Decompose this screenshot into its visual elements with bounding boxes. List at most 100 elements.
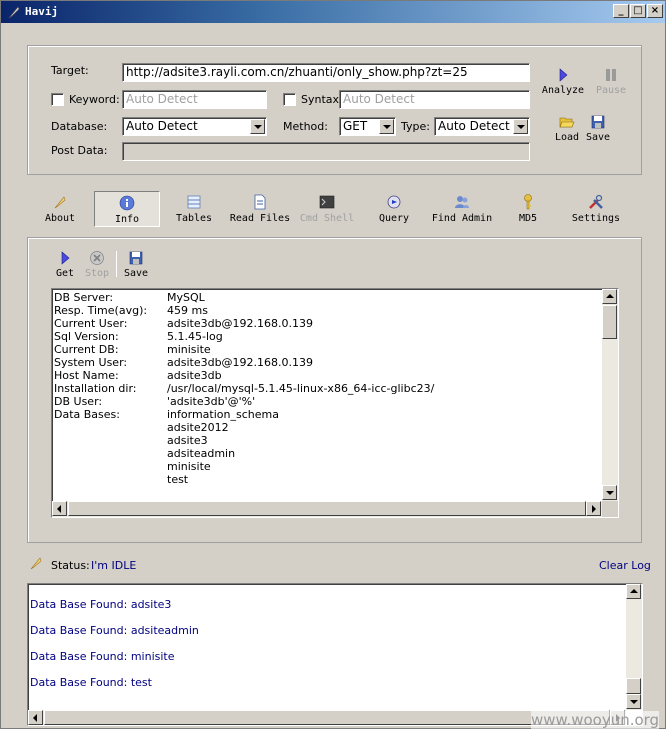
info-row: Current User: adsite3db@192.168.0.139 — [54, 317, 594, 330]
chevron-down-icon[interactable] — [250, 119, 265, 134]
info-value: /usr/local/mysql-5.1.45-linux-x86_64-icc… — [167, 382, 435, 395]
info-key: Current DB: — [54, 343, 119, 356]
info-value: minisite — [167, 343, 211, 356]
tab-cmd-shell[interactable]: Cmd Shell — [297, 191, 357, 227]
info-value: 5.1.45-log — [167, 330, 223, 343]
title-bar[interactable]: Havij _ □ × — [1, 1, 665, 23]
log-line: Data Base Found: adsiteadmin — [30, 624, 199, 637]
info-vertical-scrollbar[interactable] — [602, 289, 618, 501]
info-row: Current DB: minisite — [54, 343, 594, 356]
log-vertical-scrollbar[interactable] — [626, 584, 642, 710]
toolbar-separator — [116, 251, 117, 277]
close-button[interactable]: × — [647, 4, 663, 18]
syntax-checkbox[interactable] — [283, 93, 296, 106]
database-label: Database: — [51, 120, 108, 133]
info-row: adsite2012 — [54, 421, 594, 434]
info-key: System User: — [54, 356, 128, 369]
info-value: minisite — [167, 460, 211, 473]
window-title: Havij — [25, 5, 59, 18]
pause-button[interactable]: Pause — [591, 67, 631, 96]
tab-about[interactable]: About — [39, 191, 81, 227]
info-row: Resp. Time(avg): 459 ms — [54, 304, 594, 317]
query-icon — [387, 195, 401, 209]
info-key: DB User: — [54, 395, 103, 408]
info-textbox[interactable]: DB Server: MySQL Resp. Time(avg): 459 ms Cur… — [51, 288, 619, 518]
tab-info[interactable]: Info — [94, 191, 160, 227]
keyword-checkbox[interactable] — [51, 93, 64, 106]
scroll-thumb[interactable] — [626, 678, 641, 694]
postdata-input[interactable] — [122, 142, 530, 161]
keyword-label: Keyword: — [69, 93, 120, 106]
type-select[interactable]: Auto Detect — [434, 117, 530, 136]
database-select-value: Auto Detect — [126, 119, 198, 133]
tab-read-files[interactable]: Read Files — [227, 191, 293, 227]
tab-settings[interactable]: Settings — [567, 191, 625, 227]
analyze-button[interactable]: Analyze — [541, 67, 585, 96]
scroll-up-button[interactable] — [602, 289, 617, 304]
scrollbar-corner — [602, 501, 618, 517]
maximize-button[interactable]: □ — [630, 4, 646, 18]
info-value: adsite3db@192.168.0.139 — [167, 317, 314, 330]
info-row: adsiteadmin — [54, 447, 594, 460]
target-label: Target: — [51, 64, 89, 77]
log-box[interactable]: Data Base Found: adsite3 Data Base Found:… — [27, 583, 643, 726]
stop-button[interactable]: Stop — [83, 250, 111, 279]
keyword-input[interactable]: Auto Detect — [122, 90, 267, 109]
scroll-down-button[interactable] — [602, 485, 617, 500]
scroll-left-button[interactable] — [52, 501, 67, 516]
scroll-up-button[interactable] — [626, 584, 641, 599]
clear-log-link[interactable]: Clear Log — [599, 559, 651, 572]
info-row: Installation dir: /usr/local/mysql-5.1.45… — [54, 382, 594, 395]
scroll-thumb[interactable] — [602, 305, 617, 339]
chevron-down-icon[interactable] — [379, 119, 394, 134]
info-value: adsite3db@192.168.0.139 — [167, 356, 314, 369]
play-icon — [559, 68, 568, 82]
users-icon — [455, 196, 469, 208]
table-icon — [187, 195, 201, 209]
info-key: Installation dir: — [54, 382, 137, 395]
info-row: DB User: 'adsite3db'@'%' — [54, 395, 594, 408]
scroll-down-button[interactable] — [626, 694, 641, 709]
floppy-disk-icon — [129, 251, 143, 265]
feather-icon — [30, 557, 42, 570]
info-row: Data Bases: information_schema — [54, 408, 594, 421]
info-horizontal-scrollbar[interactable] — [52, 501, 602, 517]
scroll-left-button[interactable] — [28, 710, 43, 725]
feather-icon — [54, 196, 66, 209]
folder-open-icon — [559, 117, 575, 128]
minimize-button[interactable]: _ — [613, 4, 629, 18]
method-select[interactable]: GET — [339, 117, 396, 136]
load-button[interactable]: Load — [553, 114, 581, 143]
play-icon — [61, 251, 70, 265]
document-icon — [254, 194, 266, 210]
info-key: Host Name: — [54, 369, 119, 382]
type-select-value: Auto Detect — [438, 119, 510, 133]
info-key: Current User: — [54, 317, 128, 330]
save-info-button[interactable]: Save — [122, 250, 150, 279]
scroll-thumb[interactable] — [68, 501, 586, 516]
tab-find-admin[interactable]: Find Admin — [429, 191, 495, 227]
info-key: DB Server: — [54, 291, 114, 304]
save-session-button[interactable]: Save — [583, 114, 613, 143]
info-row: Sql Version: 5.1.45-log — [54, 330, 594, 343]
info-value: adsite3 — [167, 434, 208, 447]
get-button[interactable]: Get — [54, 250, 76, 279]
status-value: I'm IDLE — [91, 559, 137, 572]
tab-md5[interactable]: MD5 — [514, 191, 542, 227]
info-key: Data Bases: — [54, 408, 120, 421]
info-value: test — [167, 473, 189, 486]
tab-query[interactable]: Query — [375, 191, 413, 227]
chevron-down-icon[interactable] — [513, 119, 528, 134]
feather-icon — [8, 6, 20, 19]
target-input[interactable]: http://adsite3.rayli.com.cn/zhuanti/only… — [122, 63, 530, 82]
database-select[interactable]: Auto Detect — [122, 117, 267, 136]
info-key: Sql Version: — [54, 330, 119, 343]
scroll-thumb[interactable] — [44, 710, 610, 725]
syntax-input[interactable]: Auto Detect — [339, 90, 530, 109]
log-line: Data Base Found: adsite3 — [30, 598, 172, 611]
info-value: 'adsite3db'@'%' — [167, 395, 256, 408]
scroll-right-button[interactable] — [586, 501, 601, 516]
info-value: adsiteadmin — [167, 447, 236, 460]
log-line: Data Base Found: minisite — [30, 650, 175, 663]
tab-tables[interactable]: Tables — [171, 191, 217, 227]
